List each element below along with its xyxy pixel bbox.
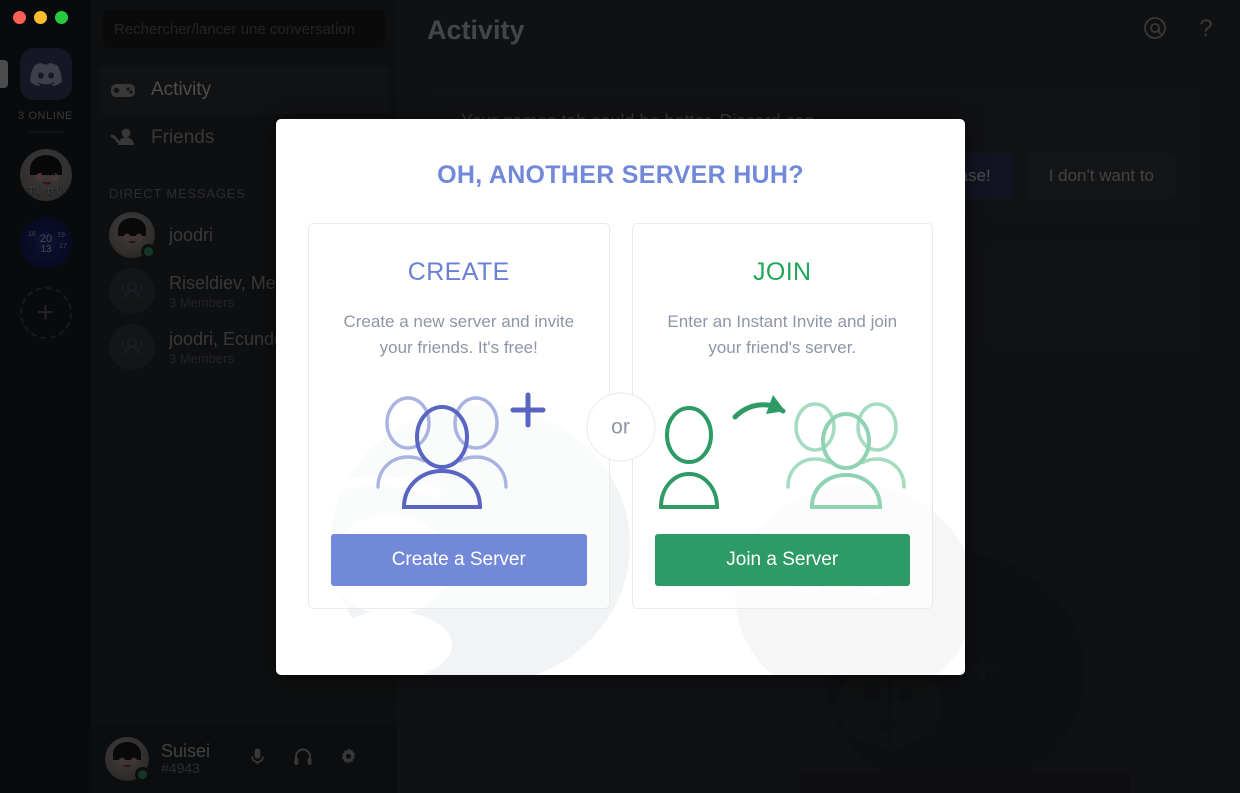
search-container: Rechercher/lancer une conversation xyxy=(91,0,397,60)
dice-d20-icon: 20 13 16 19 17 xyxy=(25,221,67,259)
search-placeholder: Rechercher/lancer une conversation xyxy=(114,20,355,38)
modal-title: OH, ANOTHER SERVER HUH? xyxy=(437,161,804,189)
or-divider-badge: or xyxy=(586,392,655,462)
person-arrow-group-icon xyxy=(659,394,907,509)
header-actions: ? xyxy=(1142,15,1218,46)
avatar[interactable] xyxy=(105,737,150,782)
status-badge xyxy=(141,244,156,259)
dm-member-count: 3 Members xyxy=(169,350,235,366)
avatar xyxy=(109,268,155,314)
dm-name: joodri xyxy=(169,224,214,245)
discord-app-window: 3 ONLINE すいせい 20 13 16 19 17 + Recherche… xyxy=(0,0,1240,793)
join-card-description: Enter an Instant Invite and join your fr… xyxy=(667,312,898,358)
create-a-server-button[interactable]: Create a Server xyxy=(331,534,587,586)
join-server-card: JOIN Enter an Instant Invite and join yo… xyxy=(631,223,933,609)
sidebar-item-label: Friends xyxy=(151,127,215,148)
rail-divider xyxy=(28,131,63,133)
gamepad-icon xyxy=(109,76,137,104)
create-card-description: Create a new server and invite your frie… xyxy=(343,312,575,358)
dm-member-count: 3 Members xyxy=(169,294,235,310)
window-traffic-lights xyxy=(13,11,68,24)
svg-text:17: 17 xyxy=(59,243,67,250)
server-icon-d20[interactable]: 20 13 16 19 17 xyxy=(19,217,72,269)
home-button[interactable] xyxy=(0,48,72,100)
server-name-label: すいせい xyxy=(25,186,66,197)
username: Suisei xyxy=(161,740,211,761)
gear-icon[interactable] xyxy=(339,747,358,771)
group-plus-icon xyxy=(376,392,546,509)
online-count-label: 3 ONLINE xyxy=(18,110,73,122)
create-card-heading: CREATE xyxy=(407,258,510,286)
create-server-card: CREATE Create a new server and invite yo… xyxy=(308,223,610,609)
sidebar-item-label: Activity xyxy=(151,79,212,100)
svg-text:16: 16 xyxy=(28,231,36,238)
join-card-heading: JOIN xyxy=(752,258,812,286)
join-a-server-button[interactable]: Join a Server xyxy=(654,534,910,586)
sidebar-item-activity[interactable]: Activity xyxy=(99,66,389,114)
list-item-meta: joodri, Ecundo 3 Members xyxy=(169,329,284,366)
svg-text:13: 13 xyxy=(40,244,52,255)
maximize-button[interactable] xyxy=(55,11,68,24)
friends-icon xyxy=(109,124,137,152)
svg-text:?: ? xyxy=(1199,15,1212,41)
main-header: Activity ? xyxy=(397,0,1240,62)
help-icon[interactable]: ? xyxy=(1194,15,1218,46)
avatar xyxy=(109,212,156,259)
group-icon xyxy=(121,282,143,299)
list-item-meta: joodri xyxy=(169,225,213,246)
active-indicator-pill xyxy=(0,60,8,88)
user-panel-controls xyxy=(248,747,358,771)
svg-text:19: 19 xyxy=(57,232,65,239)
group-icon xyxy=(121,338,143,355)
user-identity[interactable]: Suisei #4943 xyxy=(161,740,211,777)
user-discriminator: #4943 xyxy=(161,760,200,777)
add-server-button[interactable]: + xyxy=(19,287,72,339)
headphones-icon[interactable] xyxy=(293,747,313,771)
avatar xyxy=(109,324,155,370)
server-rail: 3 ONLINE すいせい 20 13 16 19 17 + xyxy=(0,0,91,793)
mention-icon[interactable] xyxy=(1142,15,1168,46)
plus-icon: + xyxy=(36,296,55,329)
discord-logo-icon xyxy=(29,63,62,86)
dm-name: Riseldiev, Me xyxy=(169,272,276,293)
create-card-art xyxy=(331,362,587,534)
search-input[interactable]: Rechercher/lancer une conversation xyxy=(103,10,385,48)
dm-name: joodri, Ecundo xyxy=(169,328,285,349)
create-or-join-server-modal: OH, ANOTHER SERVER HUH? CREATE Create a … xyxy=(276,119,965,675)
server-icon-suisei[interactable]: すいせい xyxy=(19,149,72,201)
list-item-meta: Riseldiev, Me 3 Members xyxy=(169,273,276,310)
minimize-button[interactable] xyxy=(34,11,47,24)
user-panel: Suisei #4943 xyxy=(91,725,397,793)
page-title: Activity xyxy=(427,15,525,45)
close-button[interactable] xyxy=(13,11,26,24)
status-badge xyxy=(135,767,150,782)
banner-dismiss-button[interactable]: I don't want to xyxy=(1026,153,1176,199)
microphone-icon[interactable] xyxy=(248,747,267,771)
join-card-art xyxy=(655,362,911,534)
